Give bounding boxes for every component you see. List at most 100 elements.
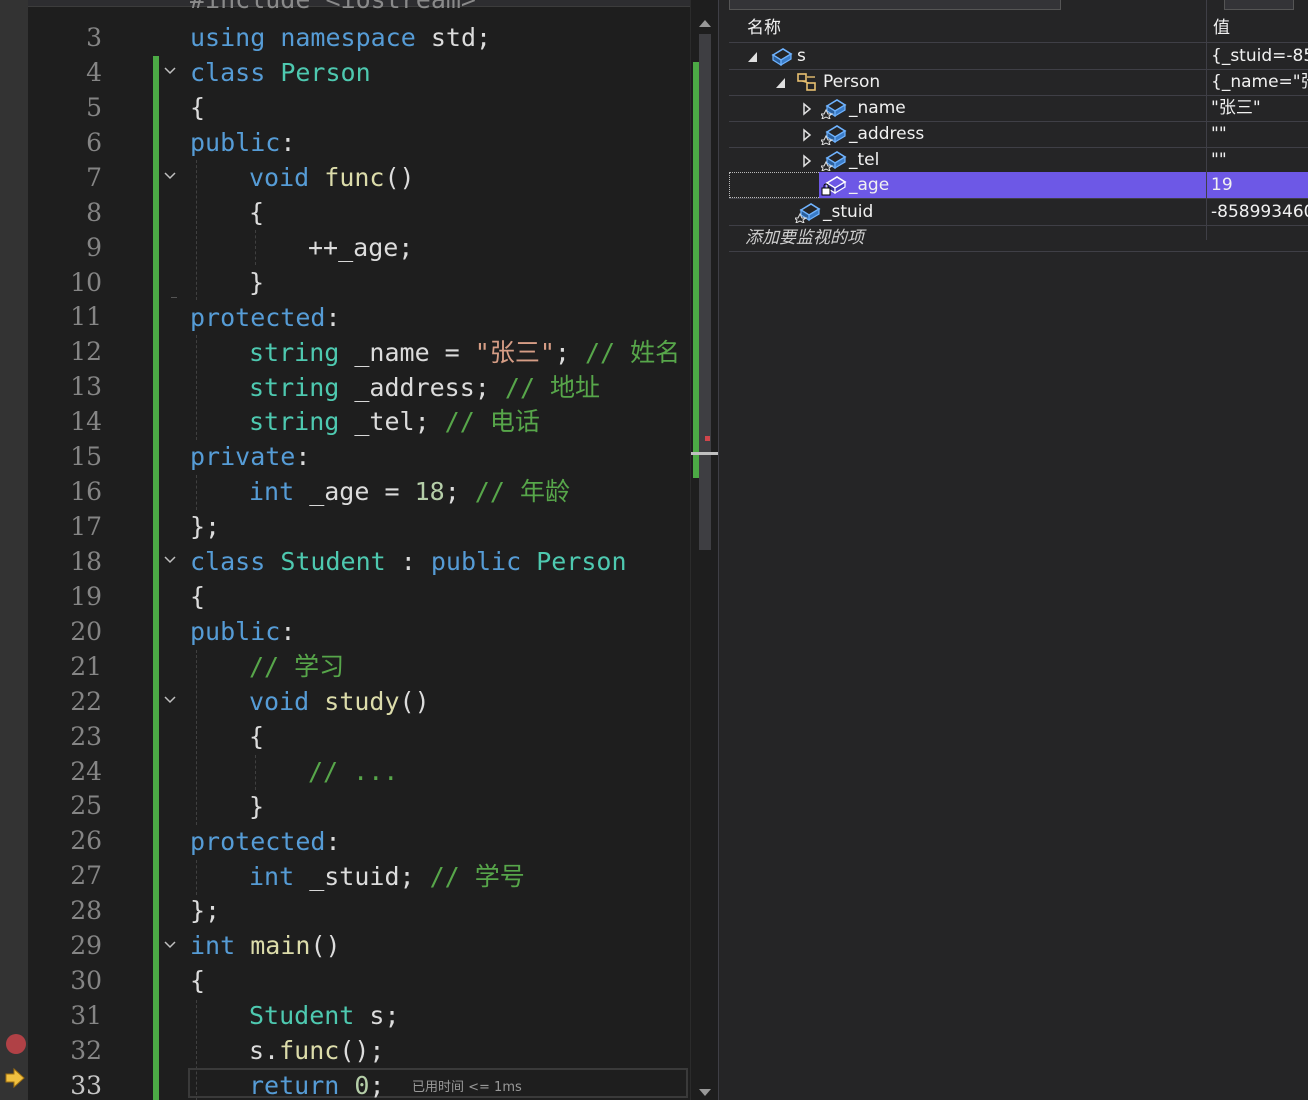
watch-toolbar [719,0,1308,10]
code-line-23: { [249,722,265,751]
line-number: 12 [70,337,102,367]
watch-row-age[interactable]: _age 19 [729,172,1308,199]
glyph-margin[interactable] [0,0,28,1100]
line-number: 6 [86,127,102,157]
watch-value[interactable]: "张三" [1211,95,1308,121]
scroll-thumb[interactable] [699,34,711,550]
elapsed-time-hint: 已用时间 <= 1ms [412,1080,522,1095]
breakpoint-icon[interactable] [6,1034,26,1054]
protected-member-icon [792,201,821,224]
line-number: 5 [86,92,102,122]
line-number: 24 [70,756,102,786]
vertical-scrollbar[interactable] [690,0,718,1100]
code-line-16: int _age = 18; // 年龄 [249,477,570,506]
scroll-caret-marker [691,452,718,455]
line-number: 8 [86,197,102,227]
expand-arrow-icon[interactable] [801,153,813,168]
scroll-change-marker [693,62,699,478]
variable-object-icon [769,45,795,67]
code-line-19: { [190,582,206,611]
selection-focus-outline [729,172,819,198]
column-divider[interactable] [1206,0,1207,240]
execution-pointer-icon [4,1067,26,1089]
watch-window[interactable]: 名称 值 s {_stuid=-858 Person {_name="张三 _n… [718,0,1308,1100]
code-line-14: string _tel; // 电话 [249,407,540,436]
line-number: 30 [70,966,102,996]
code-line-29: int main() [190,931,341,960]
protected-member-icon [818,149,847,172]
line-number: 29 [70,931,102,961]
line-number: 33 [70,1070,102,1100]
search-depth-box[interactable] [1224,0,1294,10]
line-number: 23 [70,721,102,751]
watch-value[interactable]: 19 [1211,172,1308,198]
add-watch-row[interactable]: 添加要监视的项 [729,225,1308,252]
line-number: 19 [70,581,102,611]
watch-value[interactable]: "" [1211,147,1308,173]
watch-row-stuid[interactable]: _stuid -858993460 [729,199,1308,226]
scroll-up-arrow-icon[interactable] [699,12,711,31]
watch-name: _stuid [823,202,874,222]
scroll-down-arrow-icon[interactable] [699,1082,711,1100]
code-line-28: }; [190,896,221,925]
code-line-18: class Student : public Person [190,547,627,576]
watch-row-person[interactable]: Person {_name="张三 [729,69,1308,96]
code-line-8: { [249,198,265,227]
code-line-25: } [249,792,265,821]
watch-value[interactable]: "" [1211,121,1308,147]
indent-guide [196,160,197,300]
line-number: 27 [70,861,102,891]
fold-toggle-func[interactable] [163,169,177,183]
code-line-17: }; [190,512,221,541]
line-number: 25 [70,791,102,821]
collapse-arrow-icon[interactable] [747,49,759,63]
fold-toggle-class-student[interactable] [163,553,177,567]
fold-toggle-study[interactable] [163,693,177,707]
collapse-arrow-icon[interactable] [775,75,787,89]
code-line-4: class Person [190,58,371,87]
fold-toggle-class-person[interactable] [163,64,177,78]
expand-arrow-icon[interactable] [801,101,813,116]
line-number: 22 [70,686,102,716]
watch-row-address[interactable]: _address "" [729,121,1308,148]
watch-row-s[interactable]: s {_stuid=-858 [729,43,1308,70]
watch-value[interactable]: -858993460 [1211,199,1308,225]
code-line-13: string _address; // 地址 [249,373,601,402]
line-number: 7 [86,162,102,192]
column-header-name[interactable]: 名称 [747,14,781,42]
fold-toggle-main[interactable] [163,938,177,952]
code-line-10: } [249,268,265,297]
code-line-11: protected: [190,303,341,332]
fold-end-marker [171,297,177,298]
line-number: 20 [70,616,102,646]
column-header-value[interactable]: 值 [1213,14,1230,42]
code-line-6: public: [190,128,296,157]
scroll-breakpoint-marker [705,436,710,441]
code-line-24: // ... [308,757,399,786]
line-number: 14 [70,407,102,437]
line-number: 13 [70,372,102,402]
line-number: 28 [70,896,102,926]
code-line-9: ++_age; [308,233,414,262]
watch-row-name[interactable]: _name "张三" [729,95,1308,122]
watch-name: _address [849,124,925,144]
watch-name: Person [823,72,881,92]
watch-row-tel[interactable]: _tel "" [729,147,1308,174]
line-number: 26 [70,826,102,856]
search-box[interactable] [729,0,1061,10]
code-editor[interactable]: #include <iostream> 3 4 5 6 7 8 9 10 11 12 13 14 15 1… [0,0,718,1100]
line-number: 17 [70,512,102,542]
code-line-27: int _stuid; // 学号 [249,862,525,891]
line-number: 4 [86,57,102,87]
line-number: 15 [70,442,102,472]
indent-guide [196,335,197,440]
watch-name: _age [849,175,890,195]
line-number: 21 [70,651,102,681]
expand-arrow-icon[interactable] [801,127,813,142]
watch-value[interactable]: {_name="张三 [1211,69,1308,95]
code-line-22: void study() [249,687,430,716]
watch-value[interactable]: {_stuid=-858 [1211,43,1308,69]
add-watch-placeholder[interactable]: 添加要监视的项 [745,225,864,251]
indent-guide [255,755,256,790]
watch-name: _tel [849,150,880,170]
